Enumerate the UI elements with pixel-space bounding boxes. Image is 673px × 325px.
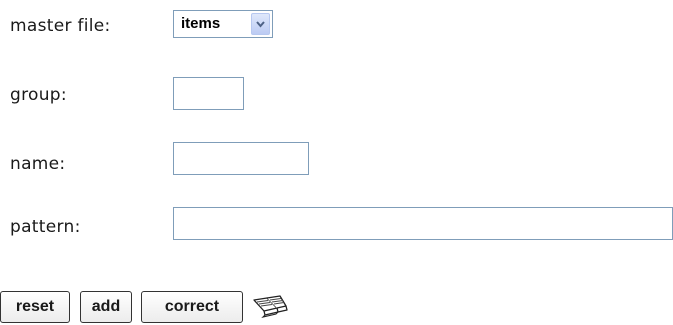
- master-file-label: master file:: [10, 16, 111, 36]
- name-input[interactable]: [173, 142, 309, 175]
- name-label: name:: [10, 154, 66, 174]
- group-input[interactable]: [173, 77, 244, 110]
- dropdown-arrow-button[interactable]: [251, 13, 270, 35]
- reset-button[interactable]: reset: [0, 291, 70, 323]
- master-file-select[interactable]: items: [173, 10, 273, 38]
- correct-button[interactable]: correct: [141, 291, 243, 323]
- pattern-label: pattern:: [10, 217, 81, 237]
- chevron-down-icon: [256, 21, 265, 28]
- pattern-input[interactable]: [173, 207, 673, 240]
- master-file-value: items: [181, 15, 221, 32]
- group-label: group:: [10, 85, 67, 105]
- book-icon[interactable]: [252, 293, 288, 321]
- add-button[interactable]: add: [80, 291, 132, 323]
